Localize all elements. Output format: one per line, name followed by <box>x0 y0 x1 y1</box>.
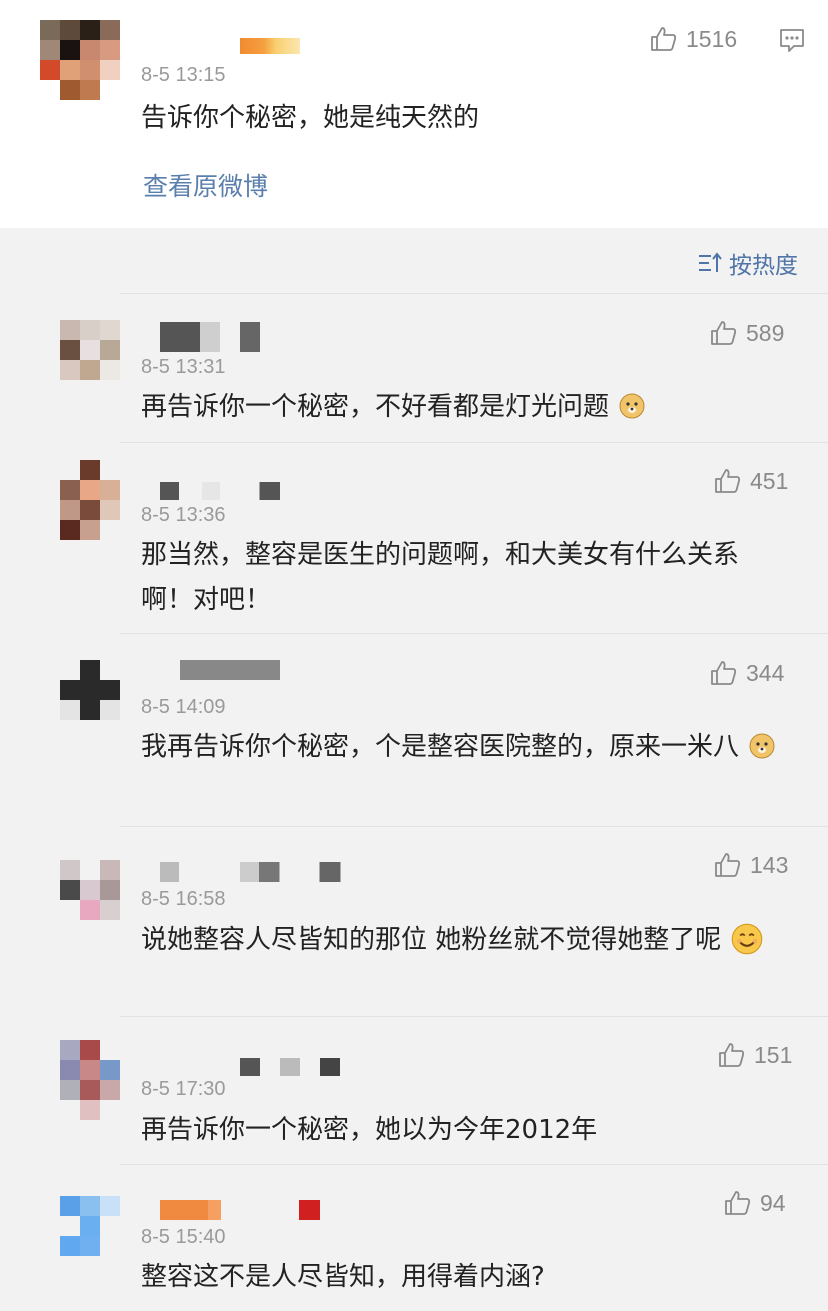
username-redacted[interactable] <box>160 482 280 500</box>
sort-by-hot-button[interactable]: 按热度 <box>697 246 798 280</box>
divider <box>120 633 828 634</box>
avatar[interactable] <box>40 20 120 100</box>
like-count: 451 <box>750 467 789 494</box>
avatar[interactable] <box>60 460 120 540</box>
thumbs-up-icon <box>725 1191 751 1215</box>
like-count: 589 <box>746 319 785 346</box>
like-button[interactable]: 143 <box>712 850 788 880</box>
timestamp: 8-5 13:31 <box>141 356 226 378</box>
comment-text: 整容这不是人尽皆知，用得着内涵? <box>141 1262 545 1292</box>
timestamp: 8-5 17:30 <box>141 1078 226 1100</box>
divider <box>120 442 828 443</box>
like-button[interactable]: 451 <box>712 466 788 496</box>
smile-emoji-icon <box>731 923 762 955</box>
divider <box>120 826 828 827</box>
doge-emoji-icon <box>749 733 775 759</box>
timestamp: 8-5 15:40 <box>141 1226 226 1248</box>
timestamp: 8-5 13:36 <box>141 504 226 526</box>
like-button[interactable]: 589 <box>708 318 784 348</box>
comment-text: 再告诉你一个秘密，她以为今年2012年 <box>141 1115 598 1145</box>
sort-icon <box>699 252 722 272</box>
avatar[interactable] <box>60 1040 120 1120</box>
comment-text: 告诉你个秘密，她是纯天然的 <box>141 103 480 133</box>
username-redacted[interactable] <box>240 38 300 54</box>
divider <box>120 1164 828 1165</box>
comment-text-body: 再告诉你一个秘密，不好看都是灯光问题 <box>141 392 610 422</box>
username-redacted[interactable] <box>160 322 260 352</box>
comment-text: 那当然，整容是医生的问题啊，和大美女有什么关系啊！对吧！ <box>141 540 740 615</box>
view-original-weibo-link[interactable]: 查看原微博 <box>143 167 268 203</box>
comment-text: 说她整容人尽皆知的那位 她粉丝就不觉得她整了呢 <box>141 918 791 963</box>
like-button[interactable]: 344 <box>708 658 784 688</box>
divider <box>120 1016 828 1017</box>
like-button[interactable]: 151 <box>716 1040 792 1070</box>
like-count: 344 <box>746 659 785 686</box>
thumbs-up-icon <box>711 661 737 685</box>
like-button[interactable]: 1516 <box>648 24 737 54</box>
thumbs-up-icon <box>711 321 737 345</box>
like-button[interactable]: 94 <box>722 1188 786 1218</box>
comment-text-body: 说她整容人尽皆知的那位 她粉丝就不觉得她整了呢 <box>141 925 722 955</box>
like-count: 1516 <box>686 25 738 52</box>
avatar[interactable] <box>60 860 120 920</box>
sort-label: 按热度 <box>729 253 798 279</box>
timestamp: 8-5 14:09 <box>141 696 226 718</box>
username-redacted[interactable] <box>160 1200 320 1220</box>
comment-text-body: 我再告诉你个秘密，个是整容医院整的，原来一米八 <box>141 732 740 762</box>
original-post-comment: 8-5 13:15 告诉你个秘密，她是纯天然的 查看原微博 1516 <box>0 0 828 228</box>
thumbs-up-icon <box>719 1043 745 1067</box>
thumbs-up-icon <box>651 27 677 51</box>
thumbs-up-icon <box>715 469 741 493</box>
timestamp: 8-5 16:58 <box>141 888 226 910</box>
comment-icon[interactable] <box>778 26 806 54</box>
avatar[interactable] <box>60 1196 120 1256</box>
avatar[interactable] <box>60 660 120 720</box>
thumbs-up-icon <box>715 853 741 877</box>
username-redacted[interactable] <box>160 862 350 882</box>
doge-emoji-icon <box>619 393 645 419</box>
like-count: 143 <box>750 851 789 878</box>
comment-text: 再告诉你一个秘密，不好看都是灯光问题 <box>141 385 801 430</box>
username-redacted[interactable] <box>240 1058 340 1076</box>
like-count: 151 <box>754 1041 793 1068</box>
username-redacted[interactable] <box>180 660 280 700</box>
divider <box>120 293 828 294</box>
timestamp: 8-5 13:15 <box>141 64 226 86</box>
avatar[interactable] <box>60 320 120 380</box>
like-count: 94 <box>760 1189 786 1216</box>
comment-text: 我再告诉你个秘密，个是整容医院整的，原来一米八 <box>141 725 781 770</box>
